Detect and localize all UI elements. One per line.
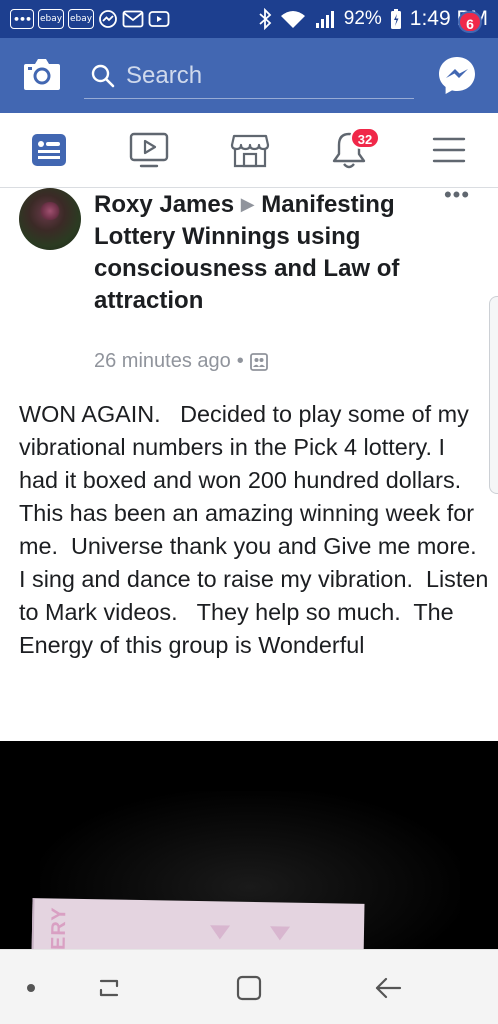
tab-bar: 32: [0, 113, 498, 188]
battery-charging-icon: [390, 9, 401, 29]
avatar[interactable]: [19, 188, 81, 250]
gmail-notification-icon: [122, 10, 144, 28]
hamburger-menu-icon: [432, 137, 466, 163]
more-notifications-icon: •••: [10, 9, 34, 29]
back-button[interactable]: [368, 970, 408, 1006]
notifications-badge: 32: [350, 127, 380, 149]
signal-icon: [315, 11, 334, 28]
scrollbar[interactable]: [489, 296, 498, 494]
news-feed-icon: [32, 134, 66, 166]
tab-marketplace[interactable]: [225, 127, 275, 173]
recent-apps-icon: [99, 979, 119, 997]
post-photo[interactable]: TERY: [0, 741, 498, 949]
search-bar[interactable]: [84, 53, 414, 99]
status-bar: ••• ebay ebay 92% 1:49 PM: [0, 0, 498, 38]
ebay-notification-icon: ebay: [38, 9, 64, 29]
youtube-notification-icon: [148, 11, 170, 27]
dot-icon: [27, 984, 35, 992]
author-name[interactable]: Roxy James: [94, 191, 234, 218]
marketplace-icon: [230, 134, 270, 168]
ticket-mark: [269, 926, 291, 941]
battery-level: 92%: [343, 8, 382, 29]
tab-news-feed[interactable]: [24, 127, 74, 173]
post-meta: 26 minutes ago •: [94, 350, 268, 373]
post-timestamp[interactable]: 26 minutes ago: [94, 350, 231, 373]
back-arrow-icon: [375, 977, 402, 999]
messenger-notification-icon: [99, 10, 117, 28]
nav-dot-button[interactable]: [11, 970, 51, 1006]
group-privacy-icon: [249, 352, 268, 371]
messenger-button[interactable]: [436, 54, 478, 96]
tab-menu[interactable]: [424, 127, 474, 173]
ticket-mark: [209, 925, 231, 940]
android-nav-bar: [0, 949, 498, 1024]
recent-apps-button[interactable]: [89, 970, 129, 1006]
app-header: [0, 38, 498, 113]
post-body: WON AGAIN. Decided to play some of my vi…: [19, 401, 495, 658]
home-button[interactable]: [229, 970, 269, 1006]
separator-dot: •: [236, 350, 244, 372]
system-status: 92% 1:49 PM: [258, 7, 488, 31]
watch-video-icon: [129, 132, 169, 168]
home-icon: [236, 975, 262, 1001]
lottery-ticket: TERY: [31, 898, 365, 949]
shared-to-arrow-icon: ▶: [240, 194, 255, 214]
wifi-icon: [280, 11, 305, 28]
notification-icons: ••• ebay ebay: [10, 9, 170, 29]
bluetooth-icon: [259, 8, 272, 30]
ticket-text: TERY: [47, 906, 71, 949]
camera-button[interactable]: [22, 56, 62, 92]
post-header: Roxy James ▶ Manifesting Lottery Winning…: [94, 188, 434, 317]
search-input[interactable]: [126, 61, 386, 90]
more-options-button[interactable]: •••: [440, 184, 474, 210]
ebay-notification-icon: ebay: [68, 9, 94, 29]
messenger-badge: 6: [458, 11, 482, 33]
camera-icon: [24, 59, 60, 90]
search-icon: [91, 64, 115, 87]
tab-watch[interactable]: [124, 127, 174, 173]
messenger-icon: [439, 57, 475, 94]
